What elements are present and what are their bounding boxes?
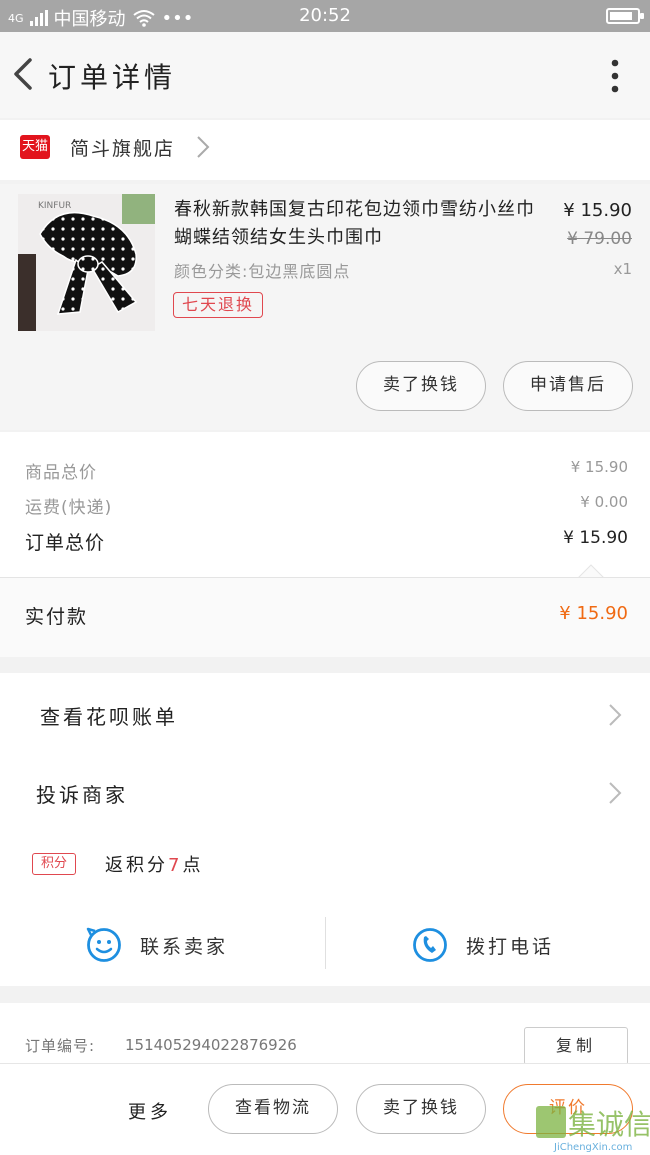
pointer-triangle [578,564,604,578]
battery-icon [606,8,644,24]
watermark-url: JiChengXin.com [553,1142,632,1153]
shipping-label: 运费(快递) [25,498,113,518]
status-bar: 4G 中国移动 ••• 20:52 [0,0,650,32]
price-summary: 商品总价 ¥ 15.90 运费(快递) ¥ 0.00 订单总价 ¥ 15.90 [0,432,650,577]
paid-value: ¥ 15.90 [559,603,628,624]
paid-row: 实付款 ¥ 15.90 [0,577,650,657]
copy-button[interactable]: 复制 [524,1027,628,1065]
store-name[interactable]: 简斗旗舰店 [70,134,175,161]
points-value: 7 [168,855,183,876]
page-title: 订单详情 [48,61,177,94]
back-arrow-icon[interactable] [6,54,42,94]
product-title[interactable]: 春秋新款韩国复古印花包边领巾雪纺小丝巾蝴蝶结领结女生头巾围巾 [174,196,549,252]
sell-item-button[interactable]: 卖了换钱 [356,361,486,411]
points-text: 返积分7点 [105,851,203,877]
complain-seller-label: 投诉商家 [36,783,128,807]
chevron-right-icon [609,704,622,726]
contact-seller-label: 联系卖家 [140,935,229,958]
complain-seller-item[interactable]: 投诉商家 [0,753,650,833]
after-sales-button[interactable]: 申请售后 [503,361,633,411]
order-total-label: 订单总价 [25,532,106,554]
goods-total-label: 商品总价 [25,463,97,483]
clock: 20:52 [299,5,351,26]
sell-button[interactable]: 卖了换钱 [356,1084,486,1134]
order-number-label: 订单编号: [25,1037,96,1055]
shipping-value: ¥ 0.00 [580,493,628,511]
original-price: ¥ 79.00 [567,229,632,249]
order-number: 151405294022876926 [125,1036,297,1054]
chevron-right-icon [197,136,210,158]
quantity: x1 [613,260,632,278]
shipping-row: 运费(快递) ¥ 0.00 [25,493,628,518]
divider [325,917,326,969]
order-total-row: 订单总价 ¥ 15.90 [25,528,628,555]
view-logistics-button[interactable]: 查看物流 [208,1084,338,1134]
scarf-image: KINFUR [18,194,155,331]
header: 订单详情 [0,32,650,118]
huabei-bill-item[interactable]: 查看花呗账单 [0,675,650,755]
order-item[interactable]: KINFUR 春秋新款韩国复古印花包边领巾雪纺小丝巾蝴蝶结领结女生头巾围巾 颜色… [0,184,650,430]
points-badge: 积分 [32,853,76,875]
goods-total-row: 商品总价 ¥ 15.90 [25,458,628,483]
watermark-brand: 集诚信 [568,1108,650,1141]
more-button[interactable]: 更多 [128,1098,172,1124]
order-total-value: ¥ 15.90 [563,528,628,548]
return-policy-badge: 七天退换 [173,292,264,318]
watermark-logo: 集诚信 JiChengXin.com [536,1106,650,1153]
huabei-bill-label: 查看花呗账单 [40,705,178,729]
product-image[interactable]: KINFUR [18,194,155,331]
product-spec: 颜色分类:包边黑底圆点 [174,262,351,281]
unit-price: ¥ 15.90 [563,200,632,221]
call-phone-button[interactable]: 拨打电话 [412,927,554,963]
actions-menu: 查看花呗账单 投诉商家 积分 返积分7点 联系卖家 拨打电话 [0,673,650,986]
phone-icon [413,928,447,962]
tmall-badge: 天猫 [20,135,50,159]
contact-seller-button[interactable]: 联系卖家 [86,927,228,963]
more-vertical-icon[interactable] [610,58,620,94]
image-brand-text: KINFUR [38,201,71,211]
points-suffix: 点 [182,855,204,876]
points-prefix: 返积分 [105,855,168,876]
chevron-right-icon [609,782,622,804]
chat-bubble-icon [86,927,121,962]
call-phone-label: 拨打电话 [466,935,555,958]
goods-total-value: ¥ 15.90 [570,458,628,476]
store-row[interactable]: 天猫 简斗旗舰店 [0,120,650,180]
paid-label: 实付款 [25,606,89,628]
